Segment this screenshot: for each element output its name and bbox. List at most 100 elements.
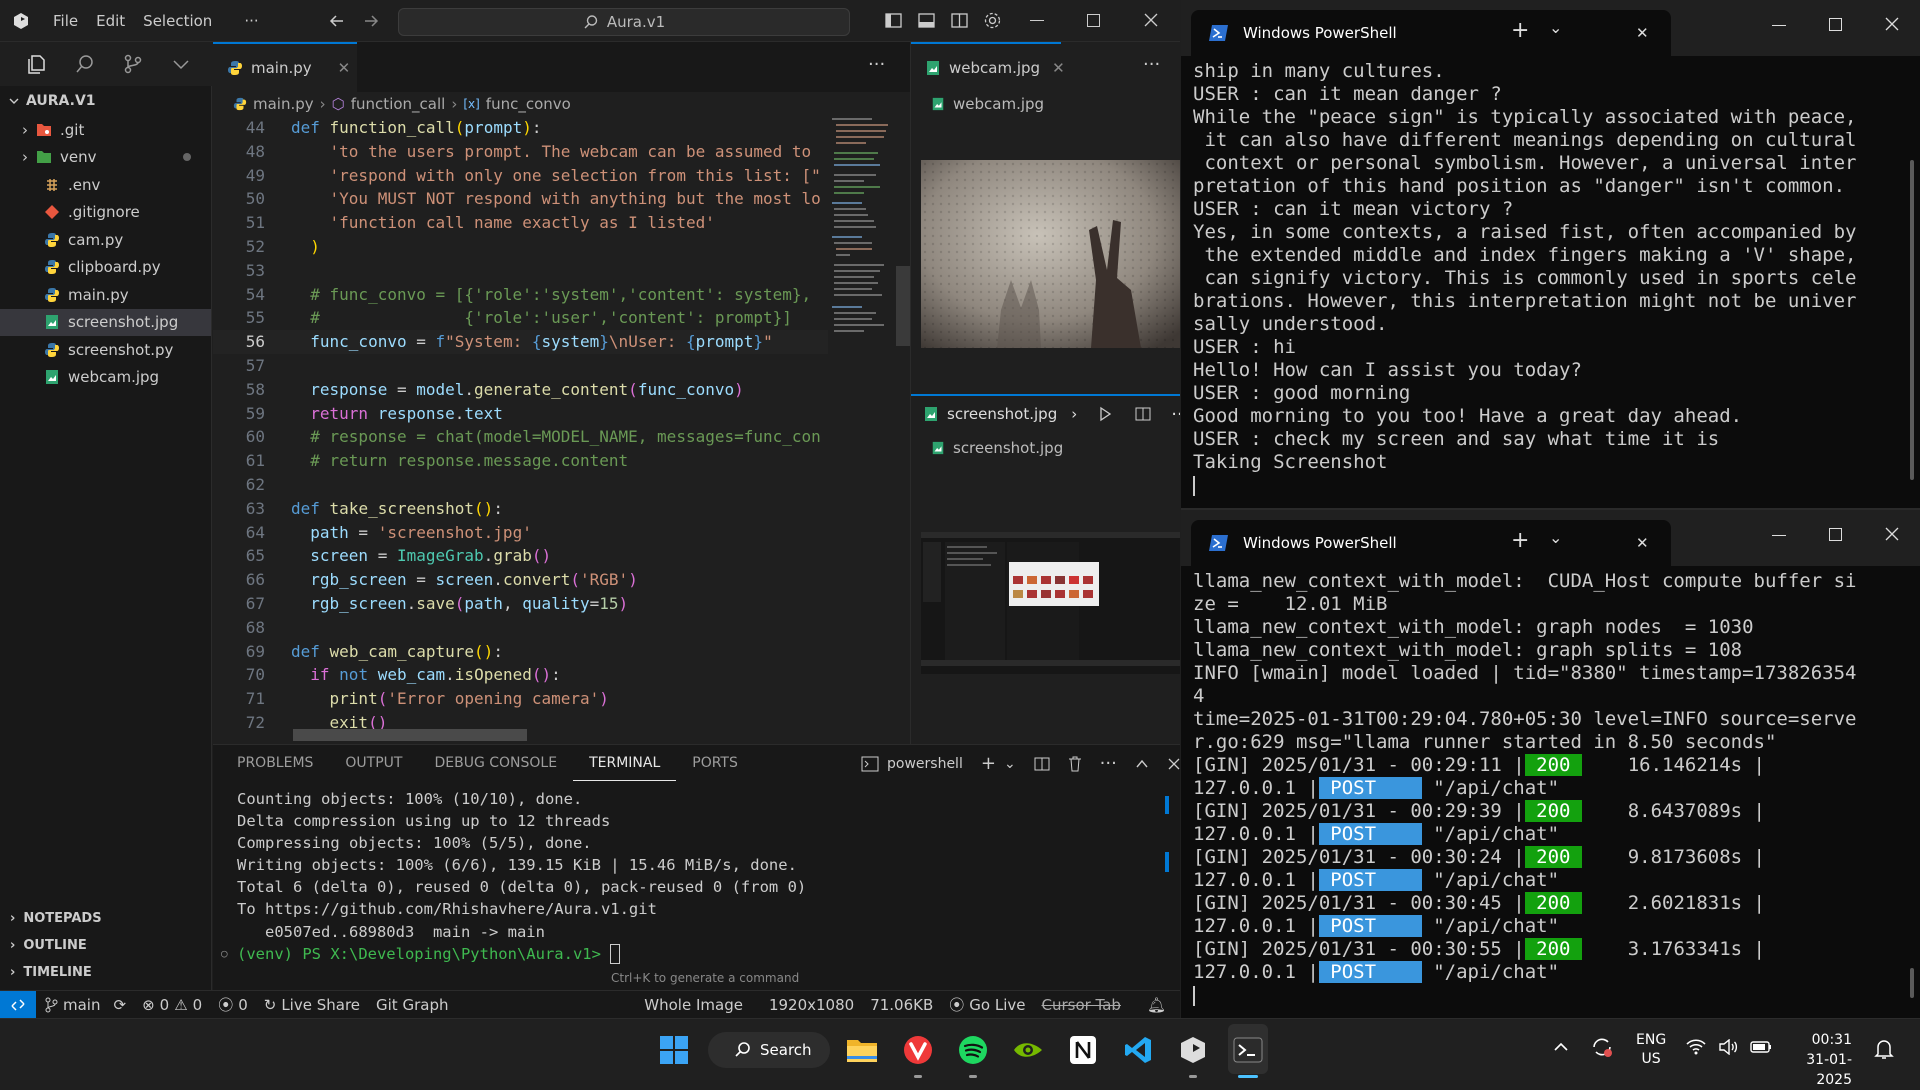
- editor-more-icon[interactable]: ···: [868, 54, 885, 75]
- menu-more[interactable]: ···: [235, 0, 267, 42]
- live-share-status[interactable]: ↻ Live Share: [256, 991, 368, 1019]
- tab-close-icon[interactable]: ✕: [1636, 534, 1649, 552]
- minimize-icon[interactable]: [1772, 535, 1786, 536]
- remote-indicator[interactable]: [0, 990, 36, 1018]
- minimap[interactable]: [828, 116, 910, 366]
- cursor-tab-status[interactable]: Cursor Tab: [1033, 991, 1128, 1019]
- system-tray[interactable]: [1686, 1039, 1772, 1055]
- tree-file[interactable]: cam.py: [0, 226, 211, 254]
- branch-status[interactable]: main ⟳: [36, 991, 134, 1019]
- split-terminal-icon[interactable]: [1034, 756, 1050, 772]
- tree-file[interactable]: screenshot.jpg: [0, 308, 211, 336]
- maximize-icon[interactable]: [1829, 528, 1842, 541]
- section-notepads[interactable]: › NOTEPADS: [0, 905, 212, 932]
- vscode-icon[interactable]: [1120, 1032, 1156, 1068]
- breadcrumb-function[interactable]: function_call: [351, 95, 446, 113]
- notification-bell-icon[interactable]: [1874, 1038, 1894, 1060]
- split-editor-icon[interactable]: [1135, 406, 1151, 422]
- minimize-icon[interactable]: [1772, 25, 1786, 26]
- maximize-panel-icon[interactable]: [1135, 757, 1149, 771]
- settings-gear-icon[interactable]: [983, 11, 1002, 30]
- terminal-app-icon[interactable]: [1230, 1032, 1266, 1068]
- nvidia-icon[interactable]: [1010, 1032, 1046, 1068]
- file-explorer-icon[interactable]: [844, 1032, 880, 1068]
- section-timeline[interactable]: › TIMELINE: [0, 959, 212, 986]
- zoom-whole-image[interactable]: Whole Image: [636, 991, 751, 1019]
- add-terminal-icon[interactable]: +: [981, 753, 996, 774]
- ps2-output[interactable]: llama_new_context_with_model: CUDA_Host …: [1181, 566, 1920, 984]
- maximize-icon[interactable]: [1087, 14, 1100, 27]
- new-tab-icon[interactable]: +: [1511, 528, 1529, 553]
- clock[interactable]: 00:31 31-01-2025: [1784, 1030, 1852, 1090]
- tree-folder[interactable]: › .git: [0, 116, 211, 144]
- tab-close-icon[interactable]: ✕: [1636, 24, 1649, 42]
- minimize-icon[interactable]: [1030, 20, 1044, 21]
- ps2-scrollbar[interactable]: [1910, 968, 1914, 998]
- tab-terminal[interactable]: TERMINAL: [573, 745, 677, 781]
- tab-debug-console[interactable]: DEBUG CONSOLE: [418, 745, 573, 781]
- search-icon[interactable]: [74, 53, 96, 75]
- go-live-status[interactable]: ⦿ Go Live: [941, 991, 1033, 1019]
- vivaldi-icon[interactable]: [900, 1032, 936, 1068]
- chevron-down-icon[interactable]: ⌄: [1004, 756, 1016, 772]
- breadcrumb-variable[interactable]: func_convo: [486, 95, 571, 113]
- taskbar-search[interactable]: Search: [708, 1032, 830, 1068]
- tab-problems[interactable]: PROBLEMS: [221, 745, 329, 781]
- tree-file[interactable]: clipboard.py: [0, 254, 211, 282]
- tree-file[interactable]: webcam.jpg: [0, 364, 211, 392]
- ports-status[interactable]: ⦿ 0: [210, 991, 256, 1019]
- command-center[interactable]: Aura.v1: [398, 8, 850, 36]
- toggle-sidebar-icon[interactable]: [884, 11, 903, 30]
- tree-folder[interactable]: › venv: [0, 144, 211, 172]
- windows-start-icon[interactable]: [656, 1032, 692, 1068]
- forward-arrow-icon[interactable]: [362, 12, 380, 30]
- cursor-app-icon[interactable]: [1175, 1032, 1211, 1068]
- more-actions-icon[interactable]: ···: [1171, 404, 1180, 425]
- menu-edit[interactable]: Edit: [87, 0, 134, 42]
- menu-file[interactable]: File: [44, 0, 87, 42]
- tab-close-icon[interactable]: ✕: [1052, 59, 1065, 77]
- sync-status-icon[interactable]: [1590, 1035, 1614, 1059]
- tab-webcam-jpg[interactable]: webcam.jpg ✕: [911, 42, 1065, 92]
- tab-main-py[interactable]: main.py ✕: [213, 42, 357, 92]
- sync-icon[interactable]: ⟳: [113, 996, 126, 1014]
- maximize-icon[interactable]: [1829, 18, 1842, 31]
- spotify-icon[interactable]: [955, 1032, 991, 1068]
- tree-file[interactable]: .gitignore: [0, 199, 211, 227]
- terminal-shell-label[interactable]: powershell: [887, 756, 963, 772]
- tree-file[interactable]: screenshot.py: [0, 336, 211, 364]
- tab-close-icon[interactable]: ✕: [338, 59, 351, 77]
- tab-screenshot-jpg[interactable]: screenshot.jpg › ···: [911, 394, 1180, 432]
- tree-file[interactable]: main.py: [0, 281, 211, 309]
- menu-selection[interactable]: Selection: [134, 0, 221, 42]
- source-control-icon[interactable]: [122, 53, 144, 75]
- chevron-down-icon[interactable]: ⌄: [1549, 18, 1562, 37]
- ps1-tab[interactable]: Windows PowerShell ✕: [1191, 10, 1671, 56]
- terminal-output[interactable]: Counting objects: 100% (10/10), done. Del…: [221, 788, 806, 965]
- more-actions-icon[interactable]: ···: [1100, 753, 1117, 774]
- notion-icon[interactable]: [1065, 1032, 1101, 1068]
- close-panel-icon[interactable]: [1167, 757, 1180, 771]
- language-indicator[interactable]: ENG US: [1636, 1031, 1666, 1069]
- new-tab-icon[interactable]: +: [1511, 18, 1529, 43]
- back-arrow-icon[interactable]: [328, 12, 346, 30]
- close-icon[interactable]: [1142, 11, 1160, 29]
- problems-status[interactable]: ⊗ 0 ⚠ 0: [134, 991, 210, 1019]
- bell-icon[interactable]: 🔔︎: [1139, 991, 1174, 1019]
- git-graph-status[interactable]: Git Graph: [368, 991, 456, 1019]
- breadcrumb-file[interactable]: main.py: [253, 95, 314, 113]
- tree-file[interactable]: .env: [0, 171, 211, 199]
- section-outline[interactable]: › OUTLINE: [0, 932, 212, 959]
- toggle-panel-icon[interactable]: [917, 11, 936, 30]
- run-icon[interactable]: [1097, 406, 1113, 422]
- ps1-scrollbar[interactable]: [1910, 160, 1914, 480]
- chevron-down-icon[interactable]: [170, 53, 192, 75]
- chevron-up-icon[interactable]: [1553, 1039, 1569, 1055]
- tab-output[interactable]: OUTPUT: [329, 745, 418, 781]
- tab-ports[interactable]: PORTS: [676, 745, 754, 781]
- ps1-output[interactable]: ship in many cultures. USER : can it mean…: [1181, 56, 1920, 474]
- explorer-root[interactable]: AURA.V1: [0, 86, 211, 116]
- ps2-tab[interactable]: Windows PowerShell ✕: [1191, 520, 1671, 566]
- close-icon[interactable]: [1884, 16, 1900, 32]
- explorer-icon[interactable]: [26, 53, 48, 75]
